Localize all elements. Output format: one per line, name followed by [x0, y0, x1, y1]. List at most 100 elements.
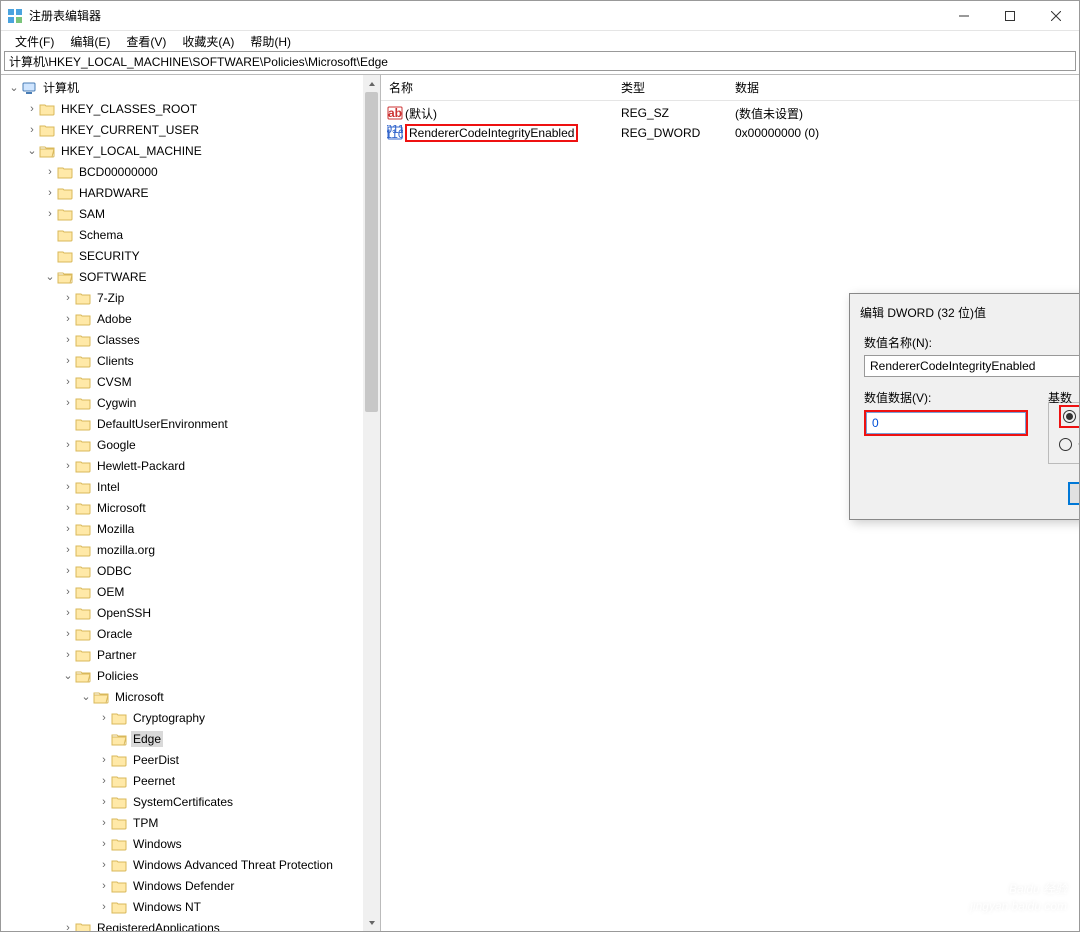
menu-edit[interactable]: 编辑(E)	[62, 31, 118, 52]
tree-item[interactable]: ›OpenSSH	[3, 602, 380, 623]
tree-item[interactable]: ›Intel	[3, 476, 380, 497]
tree-item[interactable]: ›Microsoft	[3, 497, 380, 518]
tree-item[interactable]: ›Classes	[3, 329, 380, 350]
expand-icon[interactable]: ›	[43, 187, 57, 199]
tree-item[interactable]: ⌄计算机	[3, 77, 380, 98]
col-header-name[interactable]: 名称	[381, 75, 613, 100]
tree-item[interactable]: ›Oracle	[3, 623, 380, 644]
tree-item[interactable]: ⌄SOFTWARE	[3, 266, 380, 287]
radio-hex-button[interactable]	[1063, 410, 1076, 423]
expand-icon[interactable]: ›	[61, 355, 75, 367]
expand-icon[interactable]: ›	[61, 565, 75, 577]
minimize-button[interactable]	[941, 1, 987, 31]
tree-item[interactable]: ›SAM	[3, 203, 380, 224]
ok-button[interactable]: 确定	[1068, 482, 1079, 505]
expand-icon[interactable]: ›	[61, 607, 75, 619]
menu-view[interactable]: 查看(V)	[118, 31, 174, 52]
tree-item[interactable]: ›mozilla.org	[3, 539, 380, 560]
tree-item[interactable]: ⌄Policies	[3, 665, 380, 686]
expand-icon[interactable]: ›	[61, 502, 75, 514]
tree-item[interactable]: ›HKEY_CLASSES_ROOT	[3, 98, 380, 119]
tree-item[interactable]: ›Mozilla	[3, 518, 380, 539]
expand-icon[interactable]: ›	[97, 817, 111, 829]
expand-icon[interactable]: ›	[61, 649, 75, 661]
menu-file[interactable]: 文件(F)	[7, 31, 62, 52]
expand-icon[interactable]: ›	[97, 712, 111, 724]
expand-icon[interactable]: ›	[61, 397, 75, 409]
tree-item[interactable]: ›ODBC	[3, 560, 380, 581]
tree-item[interactable]: ›7-Zip	[3, 287, 380, 308]
tree-item[interactable]: ›PeerDist	[3, 749, 380, 770]
collapse-icon[interactable]: ⌄	[25, 144, 39, 157]
dialog-titlebar[interactable]: 编辑 DWORD (32 位)值	[850, 294, 1079, 330]
tree-item[interactable]: ›Cryptography	[3, 707, 380, 728]
maximize-button[interactable]	[987, 1, 1033, 31]
tree-item[interactable]: ›BCD00000000	[3, 161, 380, 182]
expand-icon[interactable]: ›	[97, 796, 111, 808]
expand-icon[interactable]: ›	[61, 544, 75, 556]
tree-item[interactable]: ›Windows	[3, 833, 380, 854]
tree-item[interactable]: ›Windows NT	[3, 896, 380, 917]
tree-item[interactable]: ›Google	[3, 434, 380, 455]
tree-item[interactable]: ›Windows Defender	[3, 875, 380, 896]
expand-icon[interactable]: ›	[25, 103, 39, 115]
tree-item[interactable]: SECURITY	[3, 245, 380, 266]
value-data-input[interactable]	[866, 412, 1026, 434]
menu-favorites[interactable]: 收藏夹(A)	[174, 31, 242, 52]
tree-item[interactable]: ›Adobe	[3, 308, 380, 329]
expand-icon[interactable]: ›	[61, 460, 75, 472]
collapse-icon[interactable]: ⌄	[43, 270, 57, 283]
tree-item[interactable]: ›Peernet	[3, 770, 380, 791]
col-header-type[interactable]: 类型	[613, 75, 727, 100]
radio-dec-button[interactable]	[1059, 438, 1072, 451]
tree-item[interactable]: ›Clients	[3, 350, 380, 371]
tree-item[interactable]: ⌄HKEY_LOCAL_MACHINE	[3, 140, 380, 161]
expand-icon[interactable]: ›	[61, 376, 75, 388]
radio-hex[interactable]: 十六进制(H)	[1059, 405, 1079, 428]
list-row[interactable]: ab(默认)REG_SZ(数值未设置)	[381, 103, 1079, 123]
expand-icon[interactable]: ›	[61, 313, 75, 325]
tree-item[interactable]: Edge	[3, 728, 380, 749]
expand-icon[interactable]: ›	[25, 124, 39, 136]
expand-icon[interactable]: ›	[61, 439, 75, 451]
address-bar[interactable]: 计算机\HKEY_LOCAL_MACHINE\SOFTWARE\Policies…	[4, 51, 1076, 71]
expand-icon[interactable]: ›	[97, 754, 111, 766]
tree-item[interactable]: ›OEM	[3, 581, 380, 602]
vertical-scrollbar[interactable]	[363, 75, 380, 931]
close-button[interactable]	[1033, 1, 1079, 31]
expand-icon[interactable]: ›	[97, 775, 111, 787]
col-header-data[interactable]: 数据	[727, 75, 1079, 100]
expand-icon[interactable]: ›	[97, 859, 111, 871]
collapse-icon[interactable]: ⌄	[61, 669, 75, 682]
tree-item[interactable]: ›SystemCertificates	[3, 791, 380, 812]
tree-item[interactable]: ›HKEY_CURRENT_USER	[3, 119, 380, 140]
expand-icon[interactable]: ›	[43, 166, 57, 178]
collapse-icon[interactable]: ⌄	[7, 81, 21, 94]
expand-icon[interactable]: ›	[61, 292, 75, 304]
collapse-icon[interactable]: ⌄	[79, 690, 93, 703]
expand-icon[interactable]: ›	[97, 901, 111, 913]
expand-icon[interactable]: ›	[43, 208, 57, 220]
tree-item[interactable]: ›Windows Advanced Threat Protection	[3, 854, 380, 875]
expand-icon[interactable]: ›	[61, 628, 75, 640]
list-row[interactable]: 011110RendererCodeIntegrityEnabledREG_DW…	[381, 123, 1079, 143]
scrollbar-thumb[interactable]	[365, 92, 378, 412]
scrollbar-track[interactable]	[363, 92, 380, 914]
expand-icon[interactable]: ›	[61, 523, 75, 535]
expand-icon[interactable]: ›	[97, 838, 111, 850]
tree-item[interactable]: ⌄Microsoft	[3, 686, 380, 707]
tree-item[interactable]: ›RegisteredApplications	[3, 917, 380, 931]
expand-icon[interactable]: ›	[61, 334, 75, 346]
scroll-up-button[interactable]	[363, 75, 380, 92]
value-name-field[interactable]: RendererCodeIntegrityEnabled	[864, 355, 1079, 377]
scroll-down-button[interactable]	[363, 914, 380, 931]
tree-item[interactable]: DefaultUserEnvironment	[3, 413, 380, 434]
tree-item[interactable]: Schema	[3, 224, 380, 245]
tree-item[interactable]: ›Cygwin	[3, 392, 380, 413]
tree-item[interactable]: ›Hewlett-Packard	[3, 455, 380, 476]
menu-help[interactable]: 帮助(H)	[242, 31, 299, 52]
tree-item[interactable]: ›CVSM	[3, 371, 380, 392]
tree-item[interactable]: ›Partner	[3, 644, 380, 665]
tree-item[interactable]: ›TPM	[3, 812, 380, 833]
expand-icon[interactable]: ›	[61, 922, 75, 932]
